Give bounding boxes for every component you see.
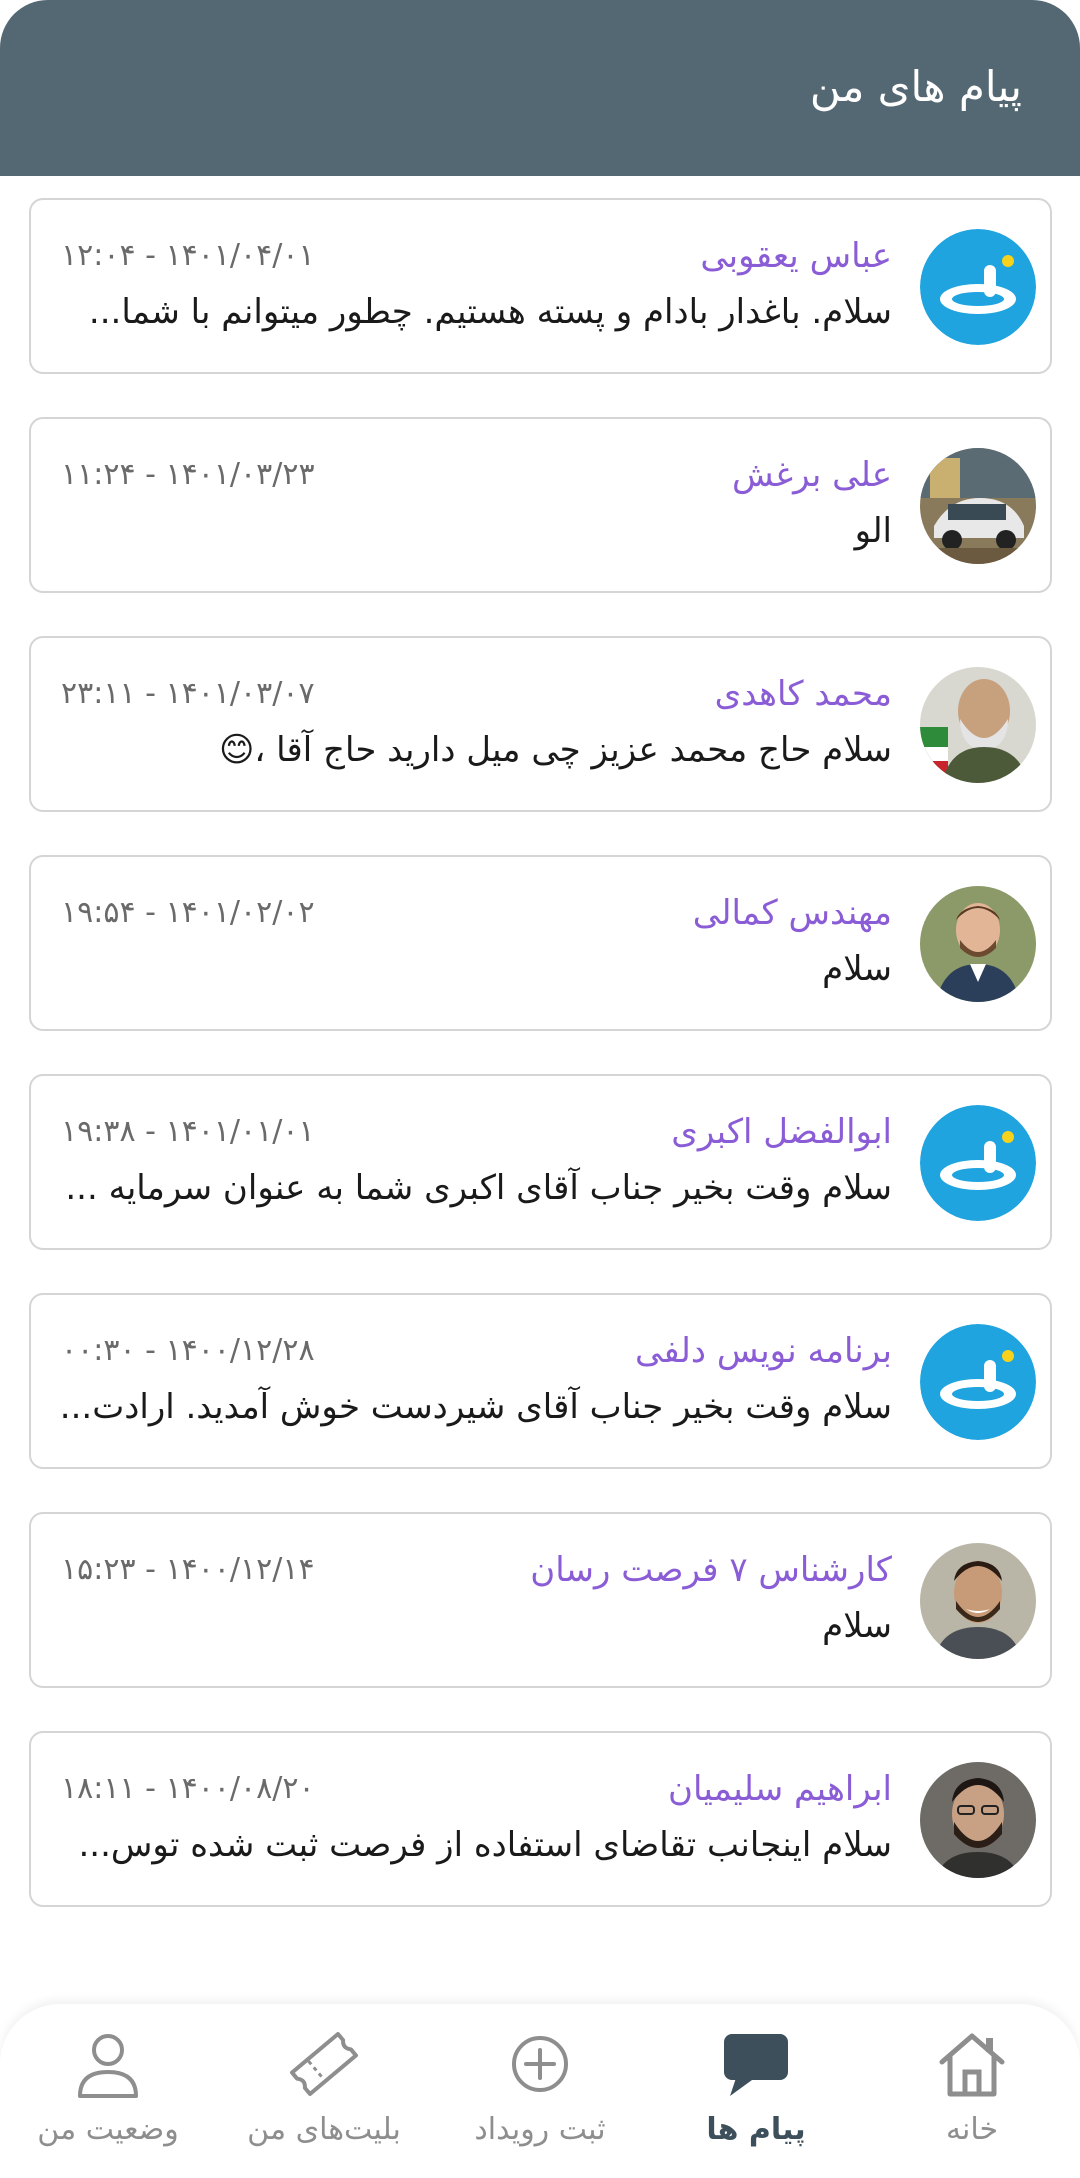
message-preview: سلام حاج محمد عزیز چی میل دارید حاج آقا … [218, 730, 892, 770]
message-preview: سلام [822, 949, 892, 989]
message-item[interactable]: مهندس کمالی ۱۴۰۱/۰۲/۰۲ - ۱۹:۵۴ سلام [29, 855, 1052, 1031]
message-time: ۱۴۰۰/۰۸/۲۰ - ۱۸:۱۱ [61, 1771, 315, 1806]
portrait-avatar [920, 1543, 1036, 1659]
portrait-avatar [920, 667, 1036, 783]
sender-name: مهندس کمالی [692, 893, 892, 933]
page-title: پیام های من [809, 62, 1022, 111]
sender-name: محمد کاهدی [714, 674, 892, 714]
message-time: ۱۴۰۱/۰۳/۰۷ - ۲۳:۱۱ [61, 676, 315, 711]
message-item[interactable]: علی برغش ۱۴۰۱/۰۳/۲۳ - ۱۱:۲۴ الو [29, 417, 1052, 593]
message-preview: سلام وقت بخیر جناب آقای اکبری شما به عنو… [65, 1168, 892, 1208]
car-photo-avatar [920, 448, 1036, 564]
nav-my-tickets-label: بلیت‌های من [247, 2112, 401, 2147]
nav-my-status[interactable]: وضعیت من [0, 2004, 216, 2178]
message-time: ۱۴۰۱/۰۳/۲۳ - ۱۱:۲۴ [61, 457, 315, 492]
message-item[interactable]: برنامه نویس دلفی ۱۴۰۰/۱۲/۲۸ - ۰۰:۳۰ سلام… [29, 1293, 1052, 1469]
nav-add-event-label: ثبت رویداد [474, 2112, 606, 2147]
brand-logo-avatar [920, 1105, 1036, 1221]
message-preview: سلام. باغدار بادام و پسته هستیم. چطور می… [88, 292, 892, 332]
sender-name: عباس یعقوبی [700, 236, 892, 276]
nav-my-tickets[interactable]: بلیت‌های من [216, 2004, 432, 2178]
sender-name: ابوالفضل اکبری [671, 1112, 892, 1152]
message-preview: سلام اینجانب تقاضای استفاده از فرصت ثبت … [78, 1825, 892, 1865]
messages-screen: پیام های من عباس یعقوبی ۱۴۰۱/۰۴/۰۱ - ۱۲:… [0, 0, 1080, 2178]
nav-messages-label: پیام ها [706, 2112, 806, 2147]
sender-name: علی برغش [731, 455, 892, 495]
chat-bubble-icon [716, 2028, 796, 2100]
nav-home[interactable]: خانه [864, 2004, 1080, 2178]
message-time: ۱۴۰۱/۰۲/۰۲ - ۱۹:۵۴ [61, 895, 315, 930]
message-item[interactable]: عباس یعقوبی ۱۴۰۱/۰۴/۰۱ - ۱۲:۰۴ سلام. باغ… [29, 198, 1052, 374]
portrait-avatar [920, 886, 1036, 1002]
message-preview: سلام [822, 1606, 892, 1646]
message-time: ۱۴۰۱/۰۴/۰۱ - ۱۲:۰۴ [61, 238, 315, 273]
message-item[interactable]: کارشناس ۷ فرصت رسان ۱۴۰۰/۱۲/۱۴ - ۱۵:۲۳ س… [29, 1512, 1052, 1688]
nav-messages[interactable]: پیام ها [648, 2004, 864, 2178]
message-item[interactable]: ابراهیم سلیمیان ۱۴۰۰/۰۸/۲۰ - ۱۸:۱۱ سلام … [29, 1731, 1052, 1907]
message-preview: الو [854, 511, 892, 551]
bottom-navigation: خانه پیام ها ثبت رویداد بلیت‌های من وضعی [0, 2004, 1080, 2178]
message-item[interactable]: ابوالفضل اکبری ۱۴۰۱/۰۱/۰۱ - ۱۹:۳۸ سلام و… [29, 1074, 1052, 1250]
message-preview: سلام وقت بخیر جناب آقای شیردست خوش آمدید… [59, 1387, 892, 1427]
add-circle-icon [500, 2028, 580, 2100]
ticket-icon [284, 2028, 364, 2100]
nav-add-event[interactable]: ثبت رویداد [432, 2004, 648, 2178]
user-icon [68, 2028, 148, 2100]
sender-name: برنامه نویس دلفی [635, 1331, 892, 1371]
brand-logo-avatar [920, 1324, 1036, 1440]
portrait-avatar [920, 1762, 1036, 1878]
sender-name: کارشناس ۷ فرصت رسان [530, 1550, 892, 1590]
nav-home-label: خانه [945, 2112, 999, 2147]
message-time: ۱۴۰۰/۱۲/۲۸ - ۰۰:۳۰ [61, 1333, 315, 1368]
sender-name: ابراهیم سلیمیان [668, 1769, 892, 1809]
nav-my-status-label: وضعیت من [37, 2112, 179, 2147]
message-time: ۱۴۰۱/۰۱/۰۱ - ۱۹:۳۸ [61, 1114, 315, 1149]
brand-logo-avatar [920, 229, 1036, 345]
message-item[interactable]: محمد کاهدی ۱۴۰۱/۰۳/۰۷ - ۲۳:۱۱ سلام حاج م… [29, 636, 1052, 812]
message-time: ۱۴۰۰/۱۲/۱۴ - ۱۵:۲۳ [61, 1552, 315, 1587]
app-header: پیام های من [0, 0, 1080, 176]
home-icon [932, 2028, 1012, 2100]
